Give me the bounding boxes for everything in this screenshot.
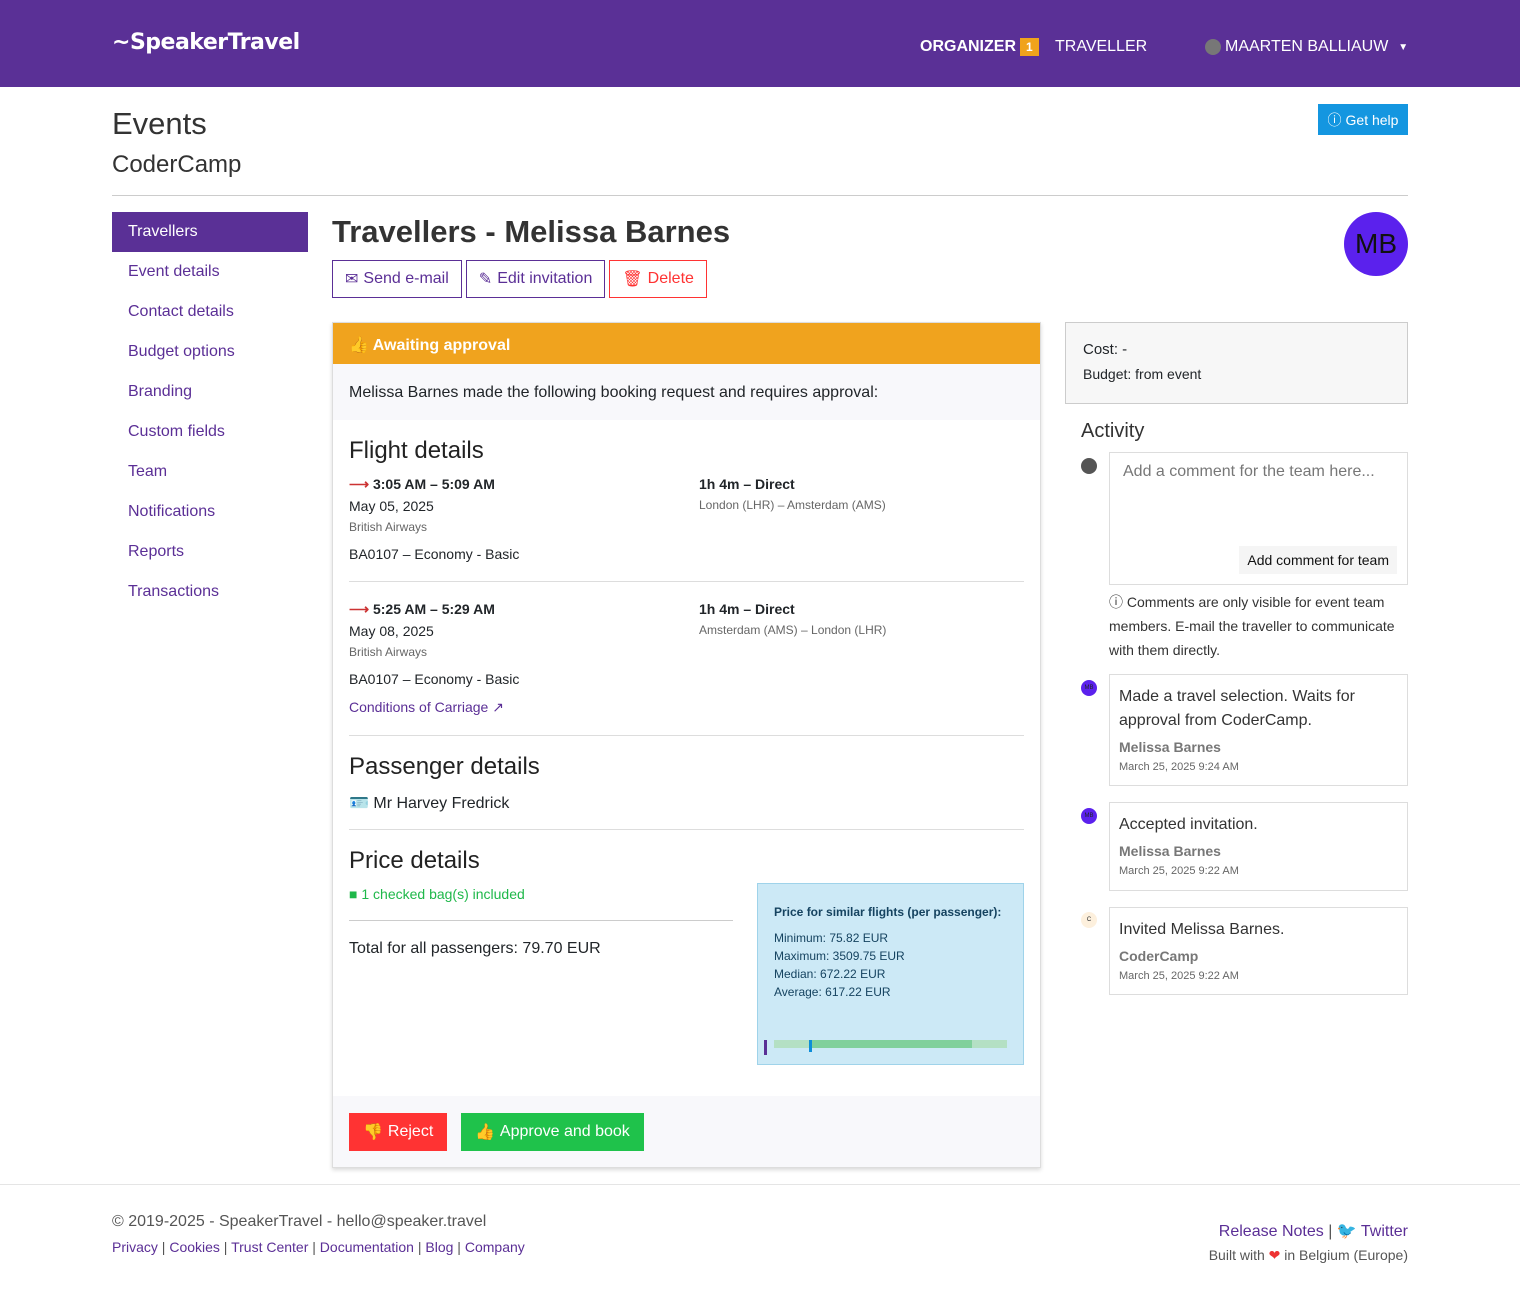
flight-outbound: ⟶ 3:05 AM – 5:09 AM May 05, 2025 British…	[349, 476, 520, 562]
thumbs-down-icon: 👎	[363, 1124, 383, 1141]
sidebar-item-travellers[interactable]: Travellers	[112, 212, 308, 252]
divider	[349, 920, 733, 921]
privacy-link[interactable]: Privacy	[112, 1239, 158, 1255]
logo[interactable]: ~SpeakerTravel	[112, 30, 300, 55]
comment-input[interactable]: Add a comment for the team here... Add c…	[1109, 452, 1408, 585]
flight-heading: Flight details	[349, 437, 484, 464]
budget: Budget: from event	[1083, 366, 1202, 382]
sidebar-item-budget-options[interactable]: Budget options	[112, 332, 308, 372]
average-marker	[809, 1040, 812, 1052]
activity-avatar: C	[1081, 912, 1097, 928]
nav-organizer[interactable]: ORGANIZER 1	[920, 38, 1039, 56]
flight-route: London (LHR) – Amsterdam (AMS)	[699, 498, 886, 512]
flight-duration: 1h 4m – Direct	[699, 601, 795, 617]
activity-item: Accepted invitation. Melissa Barnes March …	[1109, 802, 1408, 891]
send-email-button[interactable]: ✉ Send e-mail	[332, 260, 462, 298]
traveller-avatar: MB	[1344, 212, 1408, 276]
activity-heading: Activity	[1081, 420, 1145, 442]
thumbs-up-icon: 👍	[349, 337, 369, 354]
sidebar-item-contact-details[interactable]: Contact details	[112, 292, 308, 332]
footer: © 2019-2025 - SpeakerTravel - hello@spea…	[0, 1184, 1520, 1263]
approve-button[interactable]: 👍 Approve and book	[461, 1113, 644, 1151]
copyright: © 2019-2025 - SpeakerTravel - hello@spea…	[112, 1213, 487, 1230]
delete-button[interactable]: 🗑 Delete	[609, 260, 707, 298]
built-with: Built with ❤ in Belgium (Europe)	[1208, 1247, 1408, 1263]
edit-invitation-button[interactable]: ✎ Edit invitation	[465, 260, 606, 298]
edit-icon: ✎	[478, 271, 493, 288]
approval-card: 👍 Awaiting approval Melissa Barnes made …	[332, 322, 1041, 1168]
sidebar-item-custom-fields[interactable]: Custom fields	[112, 412, 308, 452]
info-icon: ⓘ	[1109, 594, 1123, 610]
activity-avatar: MB	[1081, 680, 1097, 696]
organizer-badge: 1	[1020, 38, 1039, 56]
get-help-button[interactable]: ⓘ Get help	[1318, 104, 1408, 135]
passenger-name: 🪪 Mr Harvey Fredrick	[349, 795, 510, 812]
company-link[interactable]: Company	[465, 1239, 525, 1255]
heart-icon: ❤	[1268, 1247, 1281, 1263]
user-avatar	[1205, 39, 1221, 55]
traveller-title: Travellers - Melissa Barnes	[332, 214, 731, 249]
thumbs-up-icon: 👍	[475, 1124, 495, 1141]
release-notes-link[interactable]: Release Notes	[1219, 1223, 1324, 1240]
divider	[349, 581, 1024, 582]
footer-links: Privacy | Cookies | Trust Center | Docum…	[112, 1239, 525, 1255]
divider	[349, 829, 1024, 830]
blog-link[interactable]: Blog	[425, 1239, 453, 1255]
twitter-link[interactable]: 🐦 Twitter	[1337, 1223, 1408, 1240]
comment-note: ⓘ Comments are only visible for event te…	[1109, 594, 1395, 658]
reject-button[interactable]: 👎 Reject	[349, 1113, 448, 1151]
sidebar-item-event-details[interactable]: Event details	[112, 252, 308, 292]
twitter-icon: 🐦	[1336, 1223, 1357, 1240]
add-comment-button[interactable]: Add comment for team	[1239, 546, 1397, 574]
airline-logo-icon: ⟶	[349, 476, 370, 492]
selected-price-marker	[764, 1040, 767, 1055]
flight-duration: 1h 4m – Direct	[699, 476, 795, 492]
plane-icon: ~	[112, 30, 130, 55]
user-menu[interactable]: MAARTEN BALLIAUW ▼	[1205, 38, 1408, 56]
external-link-icon: ↗	[492, 699, 504, 715]
logo-text: SpeakerTravel	[129, 30, 300, 55]
suitcase-icon: ■	[349, 886, 358, 902]
trash-icon: 🗑	[622, 271, 643, 288]
sidebar-item-branding[interactable]: Branding	[112, 372, 308, 412]
top-navbar: ~SpeakerTravel ORGANIZER 1 TRAVELLER MAAR…	[0, 0, 1520, 87]
flight-route: Amsterdam (AMS) – London (LHR)	[699, 623, 887, 637]
cookies-link[interactable]: Cookies	[169, 1239, 220, 1255]
price-heading: Price details	[349, 847, 480, 874]
page-title: Events	[112, 106, 207, 141]
activity-item: Invited Melissa Barnes. CoderCamp March 25…	[1109, 907, 1408, 995]
cost-summary: Cost: - Budget: from event	[1065, 322, 1408, 404]
trust-center-link[interactable]: Trust Center	[231, 1239, 308, 1255]
sidebar: Travellers Event details Contact details…	[112, 212, 308, 612]
conditions-of-carriage-link[interactable]: Conditions of Carriage ↗	[349, 699, 519, 716]
user-avatar	[1081, 458, 1097, 474]
divider	[112, 195, 1408, 196]
divider	[349, 735, 1024, 736]
documentation-link[interactable]: Documentation	[320, 1239, 414, 1255]
caret-down-icon: ▼	[1398, 41, 1409, 53]
envelope-icon: ✉	[345, 271, 359, 288]
sidebar-item-reports[interactable]: Reports	[112, 532, 308, 572]
activity-avatar: MB	[1081, 808, 1097, 824]
flight-return: ⟶ 5:25 AM – 5:29 AM May 08, 2025 British…	[349, 601, 520, 716]
status-header: 👍 Awaiting approval	[333, 323, 1040, 364]
total-price: Total for all passengers: 79.70 EUR	[349, 940, 601, 957]
event-name: CoderCamp	[112, 151, 242, 178]
request-intro: Melissa Barnes made the following bookin…	[333, 364, 1040, 420]
passenger-heading: Passenger details	[349, 753, 540, 780]
sidebar-item-notifications[interactable]: Notifications	[112, 492, 308, 532]
airline-logo-icon: ⟶	[349, 601, 370, 617]
activity-item: Made a travel selection. Waits for appro…	[1109, 674, 1408, 786]
similar-prices-box: Price for similar flights (per passenger…	[757, 883, 1024, 1065]
sidebar-item-team[interactable]: Team	[112, 452, 308, 492]
sidebar-item-transactions[interactable]: Transactions	[112, 572, 308, 612]
price-range-iqr	[810, 1040, 972, 1048]
question-circle-icon: ⓘ	[1327, 111, 1342, 128]
bags-included: ■ 1 checked bag(s) included	[349, 886, 525, 902]
cost: Cost: -	[1083, 341, 1128, 358]
id-card-icon: 🪪	[349, 795, 369, 812]
nav-traveller[interactable]: TRAVELLER	[1055, 38, 1147, 56]
